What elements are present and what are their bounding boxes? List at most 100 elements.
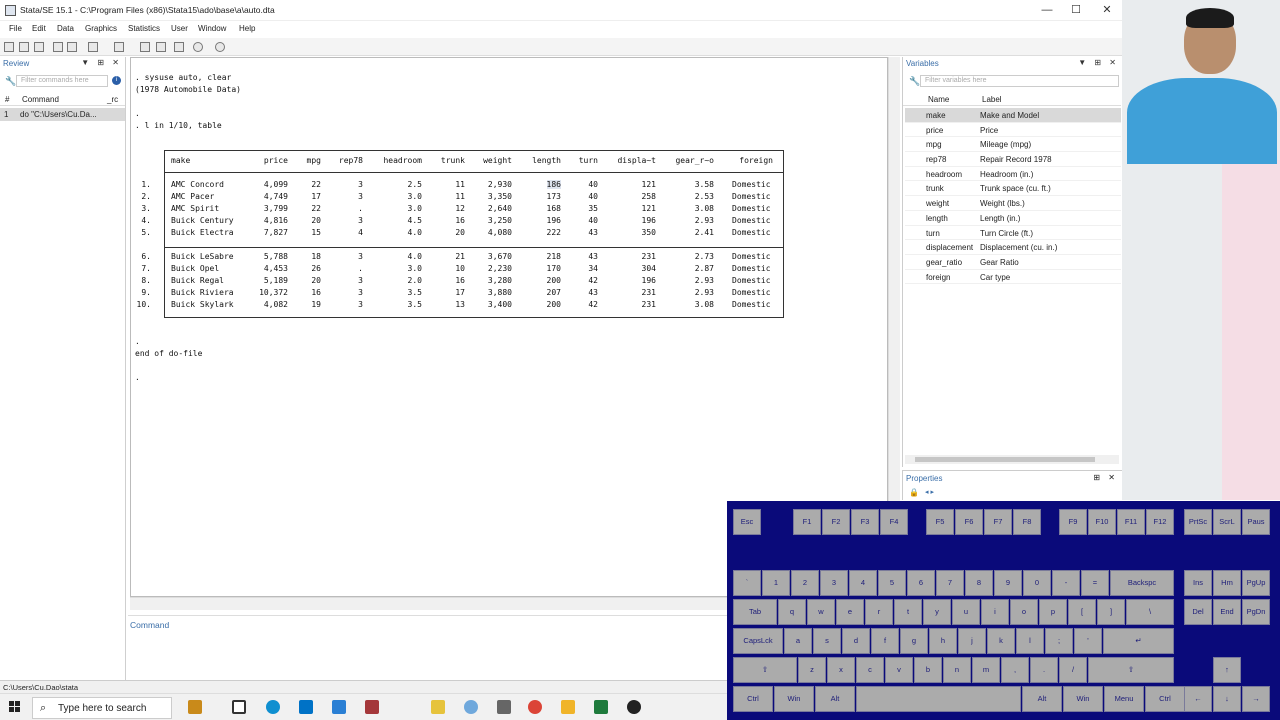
taskbar-search-box[interactable]: ⌕ Type here to search <box>32 697 172 719</box>
key-f8[interactable]: F8 <box>1013 509 1041 535</box>
variable-row-trunk[interactable]: trunk Trunk space (cu. ft.) <box>905 181 1121 197</box>
key-f6[interactable]: F6 <box>955 509 983 535</box>
key-hm[interactable]: Hm <box>1213 570 1241 596</box>
key-f5[interactable]: F5 <box>926 509 954 535</box>
key-k[interactable]: k <box>987 628 1015 654</box>
key-d[interactable]: d <box>842 628 870 654</box>
review-item[interactable]: 1 do "C:\Users\Cu.Da... <box>0 108 125 121</box>
key-ctrl[interactable]: Ctrl <box>1145 686 1185 712</box>
key-symbol[interactable]: ` <box>733 570 761 596</box>
key-symbol[interactable]: ↓ <box>1213 686 1241 712</box>
key-y[interactable]: y <box>923 599 951 625</box>
chrome-icon[interactable] <box>528 700 542 714</box>
key-m[interactable]: m <box>972 657 1000 683</box>
key-win[interactable]: Win <box>1063 686 1103 712</box>
save-icon[interactable] <box>19 42 29 52</box>
menu-file[interactable]: File <box>9 24 22 33</box>
key-capslck[interactable]: CapsLck <box>733 628 783 654</box>
key-f10[interactable]: F10 <box>1088 509 1116 535</box>
key-s[interactable]: s <box>813 628 841 654</box>
key-symbol[interactable]: ↵ <box>1103 628 1174 654</box>
key-f9[interactable]: F9 <box>1059 509 1087 535</box>
variable-row-gear_ratio[interactable]: gear_ratio Gear Ratio <box>905 255 1121 270</box>
edge-icon[interactable] <box>266 700 280 714</box>
key-prtsc[interactable]: PrtSc <box>1184 509 1212 535</box>
variable-row-make[interactable]: make Make and Model <box>905 108 1121 123</box>
panel-pin-close-icons[interactable]: ▼ ⊞ ✕ <box>81 58 122 67</box>
outlook-icon[interactable] <box>299 700 313 714</box>
key-h[interactable]: h <box>929 628 957 654</box>
key-7[interactable]: 7 <box>936 570 964 596</box>
key-l[interactable]: l <box>1016 628 1044 654</box>
key-t[interactable]: t <box>894 599 922 625</box>
command-panel[interactable]: Command <box>128 615 728 680</box>
menu-data[interactable]: Data <box>57 24 74 33</box>
key-w[interactable]: w <box>807 599 835 625</box>
key-symbol[interactable]: / <box>1059 657 1087 683</box>
variables-manager-icon[interactable] <box>174 42 184 52</box>
key-r[interactable]: r <box>865 599 893 625</box>
variable-row-length[interactable]: length Length (in.) <box>905 211 1121 226</box>
key-f1[interactable]: F1 <box>793 509 821 535</box>
key-symbol[interactable]: = <box>1081 570 1109 596</box>
key-end[interactable]: End <box>1213 599 1241 625</box>
key-0[interactable]: 0 <box>1023 570 1051 596</box>
menu-help[interactable]: Help <box>239 24 255 33</box>
key-symbol[interactable]: ⇧ <box>1088 657 1174 683</box>
key-pgdn[interactable]: PgDn <box>1242 599 1270 625</box>
variables-filter-input[interactable]: Filter variables here <box>920 75 1119 87</box>
key-f7[interactable]: F7 <box>984 509 1012 535</box>
key-paus[interactable]: Paus <box>1242 509 1270 535</box>
key-win[interactable]: Win <box>774 686 814 712</box>
menu-window[interactable]: Window <box>198 24 226 33</box>
info-icon[interactable]: i <box>112 76 121 85</box>
key-p[interactable]: p <box>1039 599 1067 625</box>
key-symbol[interactable]: ↑ <box>1213 657 1241 683</box>
key-space[interactable] <box>856 686 1021 712</box>
key-e[interactable]: e <box>836 599 864 625</box>
menu-graphics[interactable]: Graphics <box>85 24 117 33</box>
key-x[interactable]: x <box>827 657 855 683</box>
log-icon[interactable] <box>53 42 63 52</box>
key-z[interactable]: z <box>798 657 826 683</box>
key-f12[interactable]: F12 <box>1146 509 1174 535</box>
key-j[interactable]: j <box>958 628 986 654</box>
nav-arrows-icon[interactable]: ◂ ▸ <box>925 488 934 496</box>
variables-horizontal-scrollbar[interactable] <box>905 455 1119 464</box>
key-ctrl[interactable]: Ctrl <box>733 686 773 712</box>
key-b[interactable]: b <box>914 657 942 683</box>
store-icon[interactable] <box>188 700 202 714</box>
variable-row-rep78[interactable]: rep78 Repair Record 1978 <box>905 152 1121 167</box>
excel-icon[interactable] <box>594 700 608 714</box>
variable-row-headroom[interactable]: headroom Headroom (in.) <box>905 167 1121 182</box>
key-symbol[interactable]: → <box>1242 686 1270 712</box>
key-1[interactable]: 1 <box>762 570 790 596</box>
key-scrl[interactable]: ScrL <box>1213 509 1241 535</box>
close-button[interactable]: ✕ <box>1094 3 1120 17</box>
key-alt[interactable]: Alt <box>1022 686 1062 712</box>
key-5[interactable]: 5 <box>878 570 906 596</box>
key-g[interactable]: g <box>900 628 928 654</box>
panel-pin-close-icons[interactable]: ⊞ ✕ <box>1093 473 1118 482</box>
key-symbol[interactable]: . <box>1030 657 1058 683</box>
key-ins[interactable]: Ins <box>1184 570 1212 596</box>
key-i[interactable]: i <box>981 599 1009 625</box>
key-8[interactable]: 8 <box>965 570 993 596</box>
key-u[interactable]: u <box>952 599 980 625</box>
key-f11[interactable]: F11 <box>1117 509 1145 535</box>
key-f3[interactable]: F3 <box>851 509 879 535</box>
open-icon[interactable] <box>4 42 14 52</box>
vscode-icon[interactable] <box>332 700 346 714</box>
variable-row-weight[interactable]: weight Weight (lbs.) <box>905 196 1121 211</box>
key-f[interactable]: f <box>871 628 899 654</box>
key-o[interactable]: o <box>1010 599 1038 625</box>
key-symbol[interactable]: ] <box>1097 599 1125 625</box>
break-icon[interactable] <box>215 42 225 52</box>
scrollbar-thumb[interactable] <box>915 457 1095 462</box>
do-file-editor-icon[interactable] <box>114 42 124 52</box>
key-q[interactable]: q <box>778 599 806 625</box>
calculator-icon[interactable] <box>497 700 511 714</box>
key-symbol[interactable]: \ <box>1126 599 1174 625</box>
file-explorer-icon[interactable] <box>561 700 575 714</box>
variable-row-mpg[interactable]: mpg Mileage (mpg) <box>905 137 1121 153</box>
